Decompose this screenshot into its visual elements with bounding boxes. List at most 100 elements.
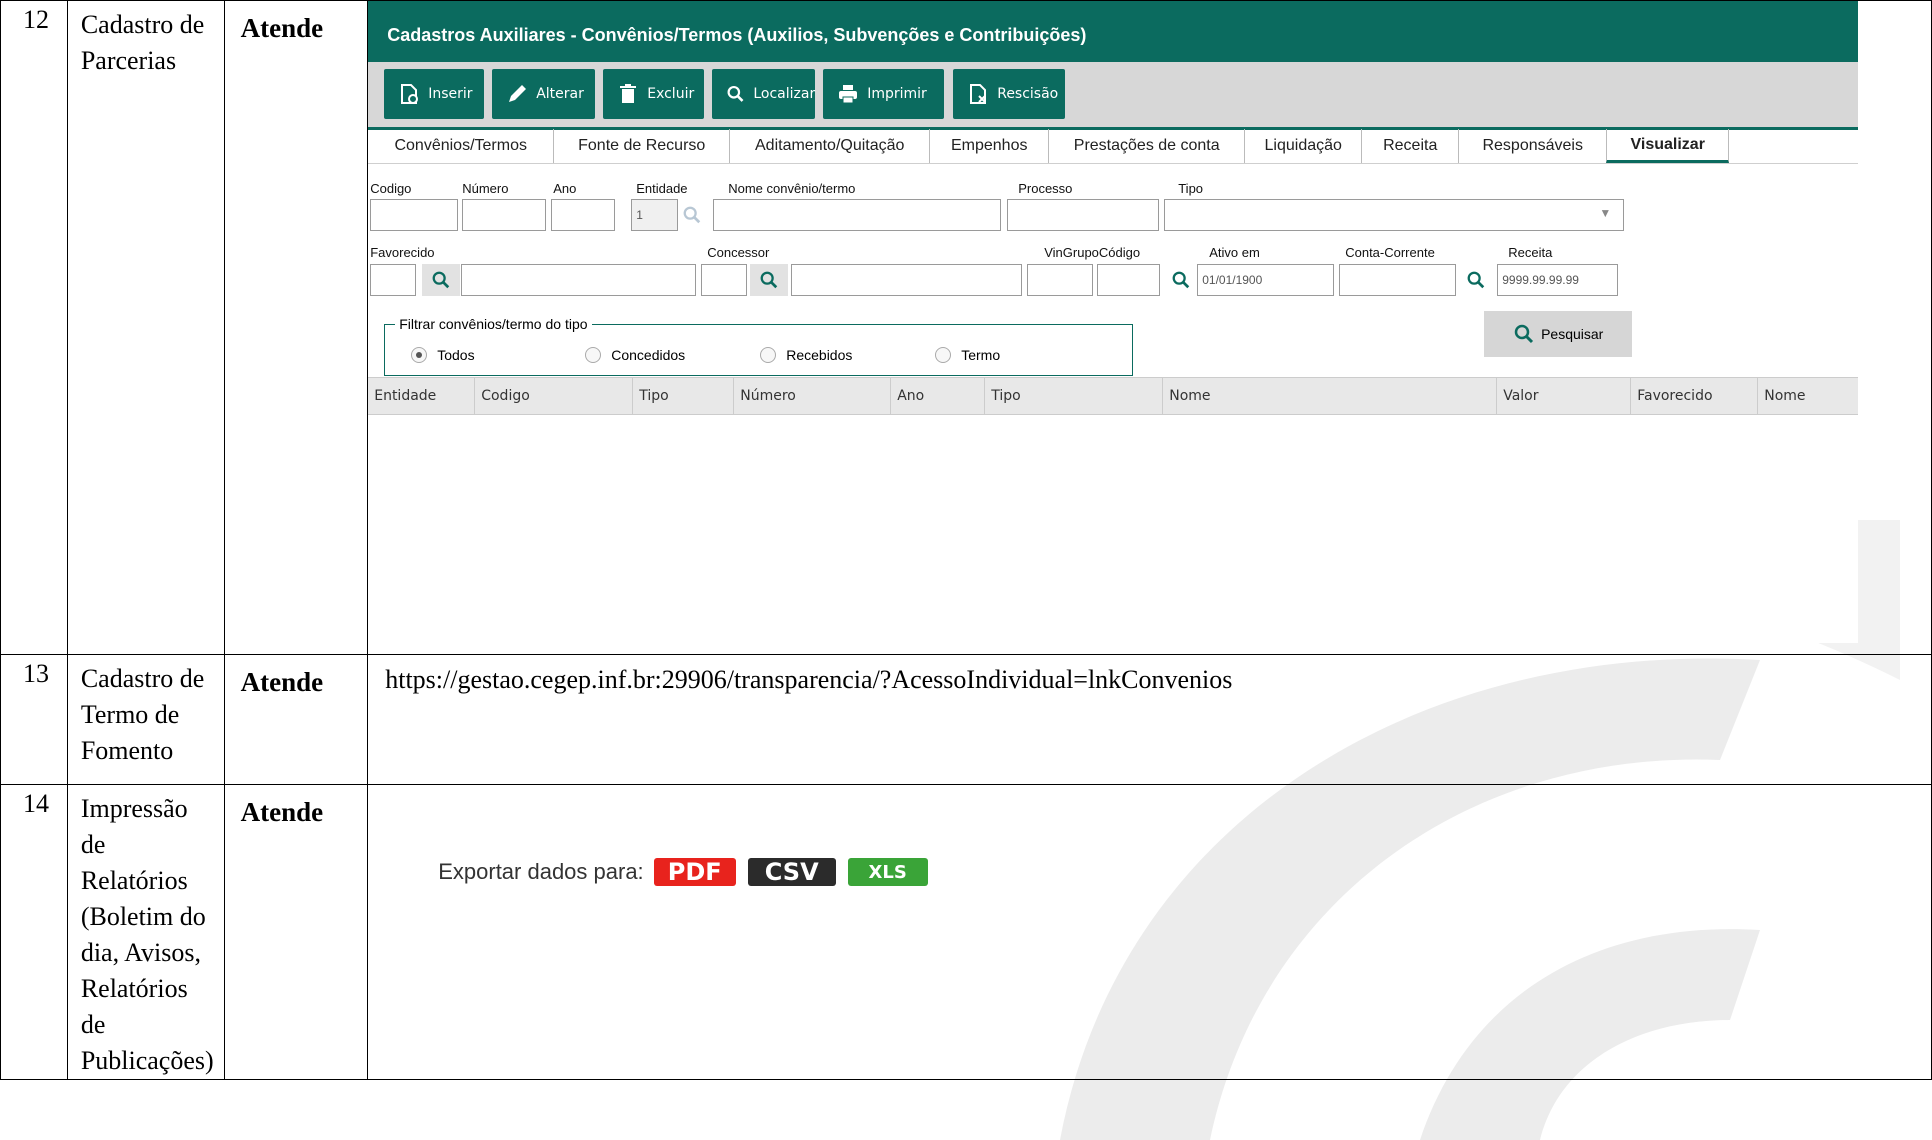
pesquisar-button[interactable]: Pesquisar (1484, 311, 1633, 357)
receita-input[interactable]: 9999.99.99.99 (1497, 264, 1619, 296)
entidade-search-button[interactable] (679, 199, 705, 231)
pesquisar-label: Pesquisar (1541, 326, 1604, 342)
trash-icon (620, 84, 637, 103)
ativo-input[interactable]: 01/01/1900 (1197, 264, 1335, 296)
radio-concedidos-label: Concedidos (611, 347, 686, 363)
processo-label: Processo (1018, 181, 1073, 196)
radio-todos-label: Todos (437, 347, 475, 363)
numero-input[interactable] (462, 199, 547, 231)
new-document-icon (401, 84, 419, 104)
localizar-button[interactable]: Localizar (712, 69, 816, 119)
chevron-down-icon: ▼ (1599, 206, 1612, 220)
window-title: Cadastros Auxiliares - Convênios/Termos … (368, 1, 1859, 62)
table-row: 13 Cadastro de Termo de Fomento Atende h… (0, 654, 1932, 785)
vingrupo-code-input[interactable] (1097, 264, 1161, 296)
column-header[interactable]: Nome (1757, 378, 1858, 414)
favorecido-search-button[interactable] (422, 264, 461, 296)
tipo-select[interactable]: ▼ (1164, 199, 1625, 231)
search-icon (760, 271, 778, 289)
radio-dot (760, 347, 777, 363)
tab-prestacoes-de-conta[interactable]: Prestações de conta (1049, 129, 1246, 163)
search-icon (683, 206, 701, 224)
csv-export-button[interactable]: CSV (747, 858, 836, 886)
ano-input[interactable] (551, 199, 616, 231)
concessor-label: Concessor (707, 245, 770, 260)
inserir-button[interactable]: Inserir (384, 69, 485, 119)
row-status: Atende (223, 654, 369, 785)
app-window: Cadastros Auxiliares - Convênios/Termos … (368, 1, 1859, 643)
nome-label: Nome convênio/termo (728, 181, 856, 196)
requirements-table: 12 Cadastro de Parcerias Atende Cadastro… (0, 0, 1932, 1080)
column-header[interactable]: Valor (1496, 378, 1630, 414)
radio-recebidos[interactable]: Recebidos (760, 347, 852, 363)
row-name: Impressão de Relatórios (Boletim do dia,… (66, 784, 225, 1080)
tab-liquidacao[interactable]: Liquidação (1245, 129, 1363, 163)
favorecido-label: Favorecido (370, 245, 435, 260)
row-number: 13 (0, 654, 68, 785)
conta-search-button[interactable] (1463, 264, 1489, 296)
tab-convenios-termos[interactable]: Convênios/Termos (369, 129, 555, 163)
search-icon (727, 85, 744, 102)
concessor-name-input[interactable] (791, 264, 1023, 296)
conta-input[interactable] (1339, 264, 1457, 296)
concessor-code-input[interactable] (701, 264, 748, 296)
pencil-icon (509, 85, 527, 102)
row-number: 14 (0, 784, 68, 1080)
column-header[interactable]: Ano (890, 378, 984, 414)
tab-fonte-de-recurso[interactable]: Fonte de Recurso (554, 129, 731, 163)
column-header[interactable]: Entidade (369, 378, 475, 414)
favorecido-name-input[interactable] (461, 264, 697, 296)
pdf-export-button[interactable]: PDF (653, 858, 736, 886)
tab-empenhos[interactable]: Empenhos (930, 129, 1050, 163)
excluir-button[interactable]: Excluir (603, 69, 705, 119)
vingrupo-label: VinGrupoCódigo (1044, 245, 1141, 260)
ativo-label: Ativo em (1209, 245, 1260, 260)
table-row: 12 Cadastro de Parcerias Atende Cadastro… (0, 0, 1932, 655)
imprimir-button[interactable]: Imprimir (823, 69, 945, 119)
alterar-button[interactable]: Alterar (492, 69, 596, 119)
favorecido-code-input[interactable] (370, 264, 417, 296)
excluir-label: Excluir (647, 86, 695, 102)
search-icon (1467, 271, 1485, 289)
nome-input[interactable] (713, 199, 1002, 231)
radio-termo[interactable]: Termo (935, 347, 1000, 363)
numero-label: Número (462, 181, 509, 196)
tab-aditamento-quitacao[interactable]: Aditamento/Quitação (730, 129, 931, 163)
filter-legend: Filtrar convênios/termo do tipo (395, 316, 592, 332)
entidade-input[interactable]: 1 (631, 199, 679, 231)
document-cancel-icon (970, 84, 987, 104)
xls-export-button[interactable]: XLS (847, 858, 928, 886)
radio-concedidos[interactable]: Concedidos (585, 347, 685, 363)
processo-input[interactable] (1007, 199, 1160, 231)
export-label: Exportar dados para: (438, 859, 644, 884)
rescisao-button[interactable]: Rescisão (953, 69, 1066, 119)
column-header[interactable]: Tipo (984, 378, 1162, 414)
row-status: Atende (223, 0, 369, 655)
row-content-screenshot: Cadastros Auxiliares - Convênios/Termos … (367, 0, 1932, 655)
column-header[interactable]: Nome (1162, 378, 1496, 414)
toolbar: Inserir Alterar Excluir Localizar Imprim… (368, 62, 1859, 130)
concessor-search-button[interactable] (750, 264, 789, 296)
column-header[interactable]: Codigo (474, 378, 632, 414)
radio-recebidos-label: Recebidos (786, 347, 853, 363)
ativo-search-button[interactable] (1168, 264, 1194, 296)
tab-responsaveis[interactable]: Responsáveis (1459, 129, 1608, 163)
export-bar: Exportar dados para: PDF CSV XLS (438, 858, 939, 886)
search-icon (1172, 271, 1190, 289)
column-header[interactable]: Tipo (632, 378, 733, 414)
codigo-input[interactable] (370, 199, 459, 231)
row-status: Atende (223, 784, 369, 1080)
radio-todos[interactable]: Todos (411, 347, 475, 363)
row-content: Exportar dados para: PDF CSV XLS (367, 784, 1932, 1080)
tab-receita[interactable]: Receita (1362, 129, 1460, 163)
transparency-url: https://gestao.cegep.inf.br:29906/transp… (385, 665, 1233, 694)
radio-dot (411, 347, 428, 363)
tipo-filter-group: Filtrar convênios/termo do tipo Todos Co… (384, 316, 1134, 376)
tab-visualizar[interactable]: Visualizar (1606, 129, 1730, 163)
entidade-label: Entidade (636, 181, 688, 196)
column-header[interactable]: Favorecido (1630, 378, 1757, 414)
codigo-label: Codigo (370, 181, 412, 196)
vingrupo-input[interactable] (1027, 264, 1094, 296)
radio-termo-label: Termo (961, 347, 1001, 363)
column-header[interactable]: Número (733, 378, 890, 414)
